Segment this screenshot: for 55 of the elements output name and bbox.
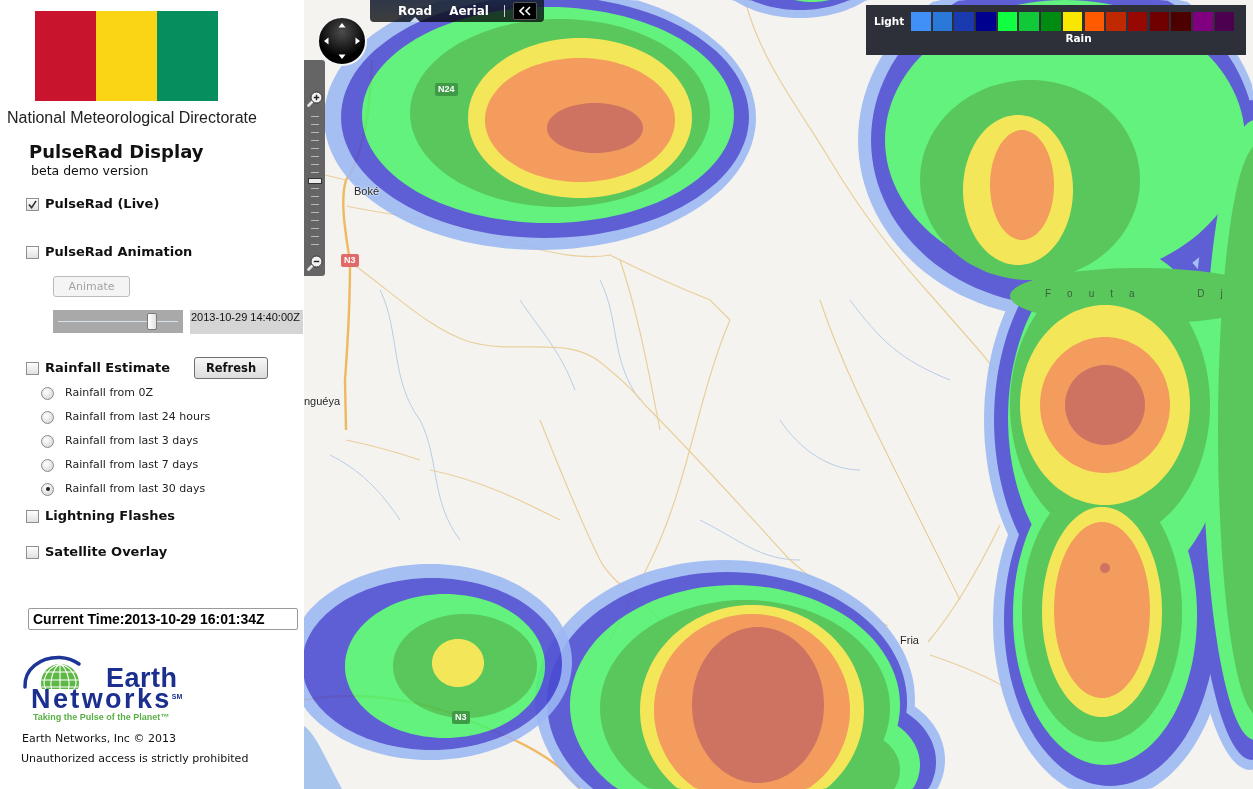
legend-label: Light [874,14,906,29]
selected-indicator-icon [410,17,421,22]
option-label[interactable]: Rainfall from last 30 days [65,482,206,496]
zoom-out-icon[interactable] [306,255,323,271]
layer-label[interactable]: PulseRad Animation [45,243,193,261]
zoom-in-icon[interactable] [306,91,323,107]
checkbox[interactable] [26,545,39,559]
checkbox[interactable] [26,197,39,211]
checkbox[interactable] [26,245,39,259]
collapse-button[interactable] [512,2,537,20]
checkbox[interactable] [26,361,39,375]
slider-thumb[interactable] [146,313,157,330]
access-notice: Unauthorized access is strictly prohibited [21,752,250,766]
layer-label[interactable]: Rainfall Estimate [45,359,170,377]
region-label: Fouta Dj [1045,288,1239,300]
pan-arrows-icon [324,23,360,59]
flag-icon [35,11,218,101]
radio-button[interactable] [41,386,54,400]
tick-icon [28,199,37,209]
agency-name: National Meteorological Directorate [7,109,258,127]
radio-button[interactable] [41,458,54,472]
radio-dot-icon [45,487,50,491]
option-label[interactable]: Rainfall from last 3 days [65,434,199,448]
map-type-tab[interactable]: Aerial [447,0,491,22]
double-chevron-left-icon [518,6,531,16]
option-label[interactable]: Rainfall from last 7 days [65,458,199,472]
sea-area [304,726,342,789]
layer-label[interactable]: Lightning Flashes [45,507,175,525]
place-label: Fria [900,634,919,647]
logo-text: Networks [31,689,172,710]
place-label: nguéya [304,395,341,408]
refresh-button[interactable]: Refresh [194,357,268,379]
copyright-text: Earth Networks, Inc © 2013 [22,732,177,746]
option-label[interactable]: Rainfall from last 24 hours [65,410,211,424]
logo-text: Earth [106,667,178,689]
checkbox[interactable] [26,509,39,523]
legend-caption: Rain [1065,32,1092,45]
current-time-display: Current Time:2013-10-29 16:01:34Z [28,608,298,630]
time-slider[interactable] [53,310,183,333]
radio-button[interactable] [41,482,54,496]
map-type-tab[interactable]: Road [396,0,435,22]
layer-label[interactable]: Satellite Overlay [45,543,168,561]
radio-button[interactable] [41,434,54,448]
radio-button[interactable] [41,410,54,424]
app-subtitle: beta demo version [31,163,150,178]
road-shield: N3 [341,254,359,267]
app-title: PulseRad Display [29,141,205,163]
layer-label[interactable]: PulseRad (Live) [45,195,160,213]
option-label[interactable]: Rainfall from 0Z [65,386,154,400]
zoom-slider-thumb[interactable] [307,178,322,184]
road-shield: N3 [452,711,470,724]
animation-time: 2013-10-29 14:40:00Z [190,310,303,334]
road-shield: N24 [435,83,458,96]
place-label: Boké [354,185,380,198]
logo-tagline: Taking the Pulse of the Planet™ [32,712,171,723]
